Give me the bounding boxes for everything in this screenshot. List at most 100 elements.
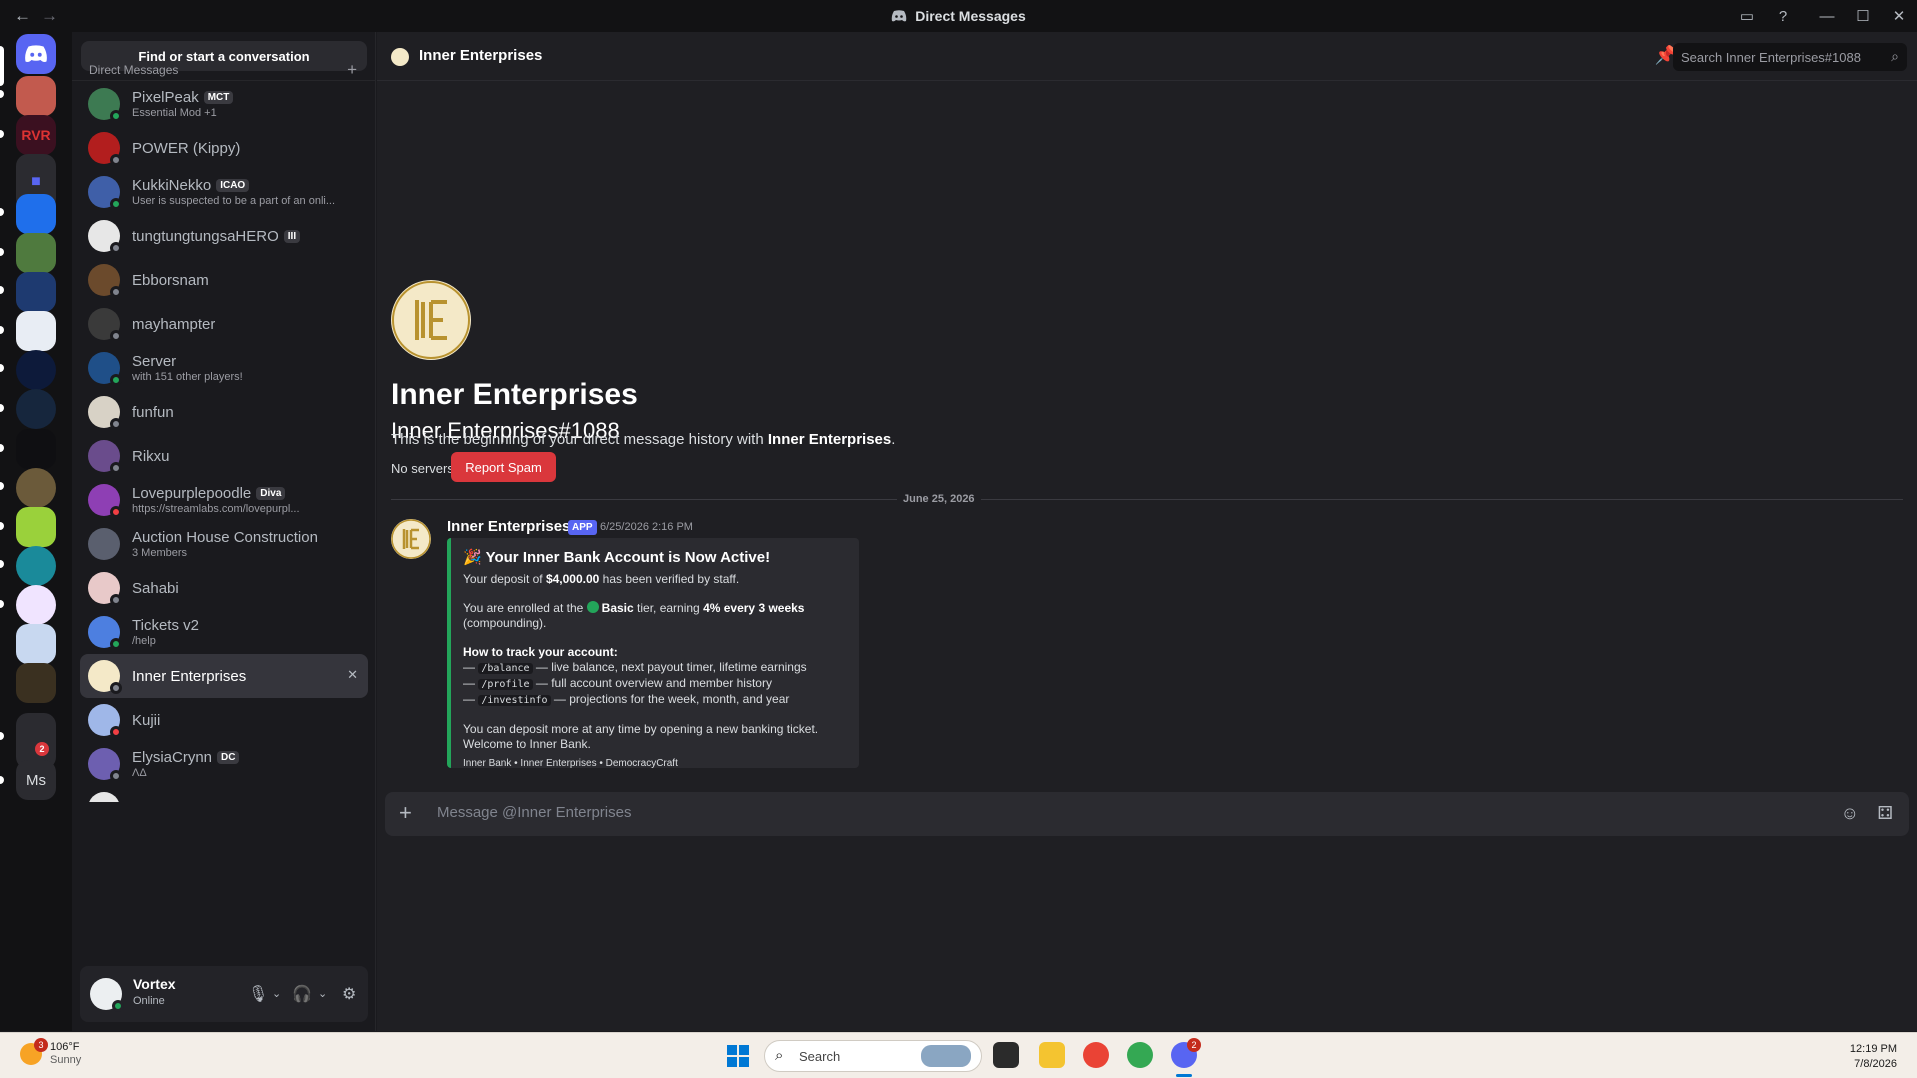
new-dm-plus-icon[interactable]: +	[347, 60, 357, 80]
server-icon[interactable]	[16, 546, 56, 586]
dm-item[interactable]: Inner Enterprises ✕	[80, 654, 368, 698]
weather-widget[interactable]: 3 106°F Sunny	[20, 1038, 81, 1067]
search-input[interactable]: Search Inner Enterprises#1088 ⌕	[1673, 43, 1907, 71]
unread-pill	[0, 776, 4, 784]
status-dot	[110, 418, 122, 430]
user-avatar[interactable]	[90, 978, 124, 1012]
dm-item[interactable]: Tickets v2/help	[80, 610, 368, 654]
task-view-icon[interactable]	[993, 1042, 1019, 1068]
dm-item[interactable]: Ebborsnam	[80, 258, 368, 302]
server-icon[interactable]	[16, 311, 56, 351]
server-icon[interactable]	[16, 194, 56, 234]
dm-item[interactable]: Auction House Construction 3 Members	[80, 522, 368, 566]
folder-icon: ■	[31, 173, 41, 190]
dm-item[interactable]: KukkiNekko ICAO User is suspected to be a …	[80, 170, 368, 214]
server-icon[interactable]	[16, 624, 56, 664]
dm-item[interactable]: Server with 151 other players!	[80, 346, 368, 390]
dm-item[interactable]: funfun	[80, 390, 368, 434]
mic-chevron-down-icon[interactable]: ⌄	[272, 987, 281, 1000]
dm-item[interactable]: PixelPeak MCT Essential Mod +1	[80, 82, 368, 126]
message-avatar[interactable]	[391, 519, 431, 559]
dm-name: Lovepurplepoodle	[132, 485, 252, 502]
dm-text: Server with 151 other players!	[132, 352, 364, 384]
server-icon[interactable]	[16, 468, 56, 508]
server-icon[interactable]	[16, 507, 56, 547]
dm-list: PixelPeak MCT Essential Mod +1 POWER (Kippy…	[80, 82, 368, 802]
dm-item[interactable]: POWER (Kippy)	[80, 126, 368, 170]
dm-item[interactable]: Lovepurplepoodle Diva https://streamlabs.c…	[80, 478, 368, 522]
status-dot	[110, 682, 122, 694]
minimize-icon[interactable]: —	[1809, 0, 1845, 32]
inbox-icon[interactable]: ▭	[1729, 0, 1765, 32]
server-icon-ms[interactable]: Ms	[16, 760, 56, 800]
server-icon[interactable]	[16, 663, 56, 703]
dm-name: tungtungtungsaHERO	[132, 227, 279, 245]
channel-name: Inner Enterprises	[419, 47, 543, 64]
direct-messages-home-icon[interactable]	[16, 34, 56, 74]
status-dot	[110, 198, 122, 210]
message-input[interactable]: Message @Inner Enterprises	[437, 804, 631, 821]
title-bar: ← → Direct Messages ▭ ? — ☐ ✕	[0, 0, 1917, 32]
back-arrow-icon[interactable]: ←	[14, 6, 31, 26]
user-status: Online	[133, 995, 165, 1007]
date-divider	[391, 499, 1903, 500]
unread-pill	[0, 600, 4, 608]
dm-subtext: https://streamlabs.com/lovepurpl...	[132, 503, 300, 515]
discord-taskbar-icon[interactable]: 2	[1171, 1038, 1201, 1068]
attach-plus-icon[interactable]: +	[399, 800, 412, 826]
window-title: Direct Messages	[0, 8, 1917, 24]
forward-arrow-icon[interactable]: →	[41, 6, 58, 26]
dm-avatar	[88, 88, 122, 122]
close-dm-icon[interactable]: ✕	[347, 667, 358, 683]
headphones-icon[interactable]: 🎧	[292, 984, 312, 1004]
chrome-icon[interactable]	[1127, 1042, 1153, 1068]
unread-pill	[0, 732, 4, 740]
unread-pill	[0, 404, 4, 412]
report-spam-button[interactable]: Report Spam	[451, 452, 556, 482]
server-icon[interactable]	[16, 272, 56, 312]
server-icon[interactable]	[16, 585, 56, 625]
windows-start-icon[interactable]	[727, 1045, 749, 1067]
dm-subtext: User is suspected to be a part of an onl…	[132, 195, 336, 207]
dm-item[interactable]: ElysiaCrynn DC ΛΔ	[80, 742, 368, 786]
server-icon[interactable]	[16, 76, 56, 116]
server-icon-rvr[interactable]: RVR	[16, 115, 56, 155]
welcome-title: Inner Enterprises	[391, 378, 638, 411]
help-icon[interactable]: ?	[1765, 0, 1801, 32]
dash: —	[532, 676, 552, 690]
gear-icon[interactable]: ⚙	[342, 984, 356, 1004]
microphone-icon[interactable]: 🎙	[248, 984, 268, 1004]
dm-avatar	[88, 660, 122, 694]
chrome-profile-icon[interactable]	[1083, 1042, 1109, 1068]
headphones-chevron-down-icon[interactable]: ⌄	[318, 987, 327, 1000]
file-explorer-icon[interactable]	[1039, 1042, 1065, 1068]
server-icon[interactable]	[16, 389, 56, 429]
close-icon[interactable]: ✕	[1881, 0, 1917, 32]
taskbar-search[interactable]: ⌕ Search	[764, 1040, 982, 1072]
server-icon-rocket[interactable]	[16, 429, 56, 469]
apps-icon[interactable]: ⚃	[1877, 803, 1893, 824]
server-icon[interactable]	[16, 233, 56, 273]
dm-name: Server	[132, 353, 177, 370]
dm-item[interactable]: Killmongerrrr	[80, 786, 368, 802]
dm-name: Killmongerrrr	[132, 799, 218, 803]
maximize-icon[interactable]: ☐	[1845, 0, 1881, 32]
command-desc: full account overview and member history	[551, 676, 772, 690]
system-clock[interactable]: 12:19 PM 7/8/2026	[1850, 1042, 1897, 1072]
dm-item[interactable]: tungtungtungsaHERO III	[80, 214, 368, 258]
embed-track-heading: How to track your account:	[463, 645, 618, 659]
online-status-dot	[112, 1000, 124, 1012]
dm-item[interactable]: mayhampter	[80, 302, 368, 346]
server-icon[interactable]	[16, 350, 56, 390]
username[interactable]: Vortex	[133, 976, 176, 992]
selected-pill	[0, 46, 4, 86]
dm-item[interactable]: Rikxu	[80, 434, 368, 478]
message-author[interactable]: Inner Enterprises	[447, 518, 570, 535]
emoji-icon[interactable]: ☺	[1841, 803, 1859, 824]
dm-item[interactable]: Sahabi	[80, 566, 368, 610]
dm-avatar	[88, 484, 122, 518]
dm-item[interactable]: Kujii	[80, 698, 368, 742]
status-dot	[110, 726, 122, 738]
command-item: — /profile — full account overview and m…	[463, 676, 847, 692]
search-icon: ⌕	[775, 1047, 784, 1064]
